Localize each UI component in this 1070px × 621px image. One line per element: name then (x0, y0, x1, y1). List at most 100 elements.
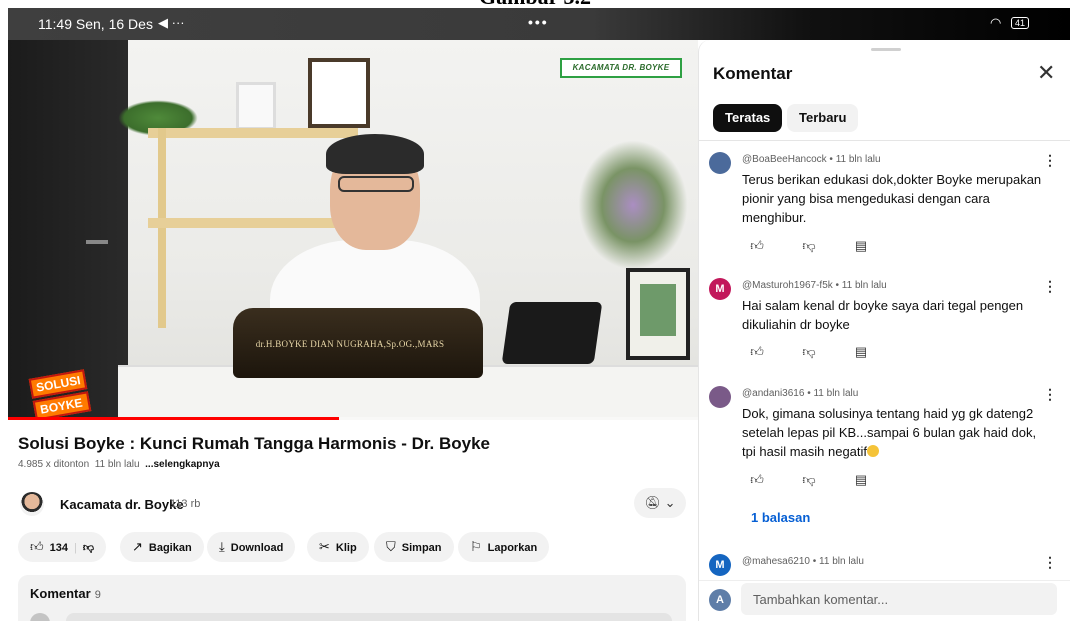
like-count: 134 (49, 542, 68, 554)
thumbs-up-icon[interactable]: 👍︎ (30, 539, 44, 554)
comment-avatar[interactable]: M (709, 278, 731, 300)
solusi-boyke-logo: SOLUSI BOYKE (28, 369, 100, 420)
flag-icon: ⚐ (470, 539, 482, 554)
comments-panel: Komentar ✕ Teratas Terbaru @BoaBeeHancoc… (698, 40, 1070, 621)
report-button[interactable]: ⚐ Laporkan (458, 532, 550, 562)
download-icon: ⤓ (219, 539, 225, 554)
clip-label: Klip (335, 542, 357, 554)
more-options-icon[interactable]: ⋮ (1043, 554, 1057, 571)
bookmark-icon: ⛉ (386, 539, 396, 554)
more-options-icon[interactable]: ⋮ (1043, 386, 1057, 403)
comment-meta: @Masturoh1967-f5k • 11 bln lalu (742, 280, 887, 291)
shelf-top (148, 128, 358, 138)
channel-avatar[interactable] (20, 492, 44, 516)
reply-icon[interactable]: ▤ (846, 472, 876, 488)
filter-newest[interactable]: Terbaru (787, 104, 859, 132)
close-icon[interactable]: ✕ (1037, 62, 1055, 84)
drag-handle[interactable] (871, 48, 901, 51)
multitask-dots[interactable]: ••• (528, 14, 549, 30)
worried-emoji-icon (867, 445, 880, 457)
view-count: 4.985 x ditonton (18, 459, 90, 470)
panel-title: Komentar (713, 64, 793, 83)
comments-preview-card[interactable]: Komentar 9 (18, 575, 686, 621)
shelf-middle (148, 218, 358, 228)
more-options-icon[interactable]: ⋮ (1043, 278, 1057, 295)
filter-top[interactable]: Teratas (713, 104, 783, 132)
presenter-glasses (338, 176, 414, 192)
thumbs-up-icon[interactable]: 👍︎ (742, 238, 772, 254)
user-avatar[interactable]: A (709, 589, 731, 611)
upload-age: 11 bln lalu (94, 459, 140, 470)
thumbs-down-icon[interactable]: 👎︎ (83, 542, 94, 554)
comments-card-label: Komentar 9 (30, 586, 101, 601)
comment-avatar[interactable] (709, 152, 731, 174)
telegram-icon: ◀ ··· (158, 15, 185, 30)
comment-text: Hai salam kenal dr boyke saya dari tegal… (742, 298, 1024, 332)
shelf-post (158, 128, 166, 328)
preview-comment-bar (66, 613, 672, 621)
panel-divider (699, 140, 1070, 141)
comment-actions: 👍︎ 👎︎ ▤ (742, 344, 898, 362)
thumbs-down-icon[interactable]: 👎︎ (794, 344, 824, 360)
comment-meta: @BoaBeeHancock • 11 bln lalu (742, 154, 881, 165)
reply-icon[interactable]: ▤ (846, 344, 876, 360)
video-title: Solusi Boyke : Kunci Rumah Tangga Harmon… (18, 434, 490, 453)
notification-bell-button[interactable]: 🔕︎ ⌄ (634, 488, 686, 518)
chevron-down-icon: ⌄ (664, 495, 676, 510)
plant-right (578, 140, 688, 270)
share-label: Bagikan (148, 542, 192, 554)
preview-avatar (30, 613, 50, 621)
reply-icon[interactable]: ▤ (846, 238, 876, 254)
video-meta: 4.985 x ditonton 11 bln lalu ...selengka… (18, 459, 220, 470)
photo-frame (308, 58, 370, 128)
share-button[interactable]: ↗ Bagikan (120, 532, 204, 562)
download-label: Download (230, 542, 284, 554)
status-time: 11:49 Sen, 16 Des (38, 16, 153, 32)
like-dislike-button[interactable]: 👍︎ 134 | 👎︎ (18, 532, 106, 562)
status-bar: 11:49 Sen, 16 Des ◀ ··· ••• ◠ 41 (8, 8, 1070, 40)
bell-off-icon: 🔕︎ (644, 495, 661, 510)
clip-button[interactable]: ✂ Klip (307, 532, 369, 562)
document-title-fragment: Gambar 3.2 (0, 0, 1070, 8)
framed-certificate (626, 268, 690, 360)
video-player[interactable]: dr.H.BOYKE DIAN NUGRAHA,Sp.OG.,MARS KACA… (8, 40, 698, 420)
report-label: Laporkan (487, 542, 538, 554)
door-handle (86, 240, 108, 244)
video-progress-bar[interactable] (8, 417, 698, 420)
share-icon: ↗ (132, 539, 143, 554)
more-options-icon[interactable]: ⋮ (1043, 152, 1057, 169)
download-button[interactable]: ⤓ Download (207, 532, 296, 562)
scissors-icon: ✂ (319, 539, 330, 554)
comment-text: Terus berikan edukasi dok,dokter Boyke m… (742, 172, 1042, 225)
comment-text: Dok, gimana solusinya tentang haid yg gk… (742, 406, 1037, 459)
save-button[interactable]: ⛉ Simpan (374, 532, 454, 562)
battery-icon: 41 (1011, 17, 1030, 29)
replies-link[interactable]: 1 balasan (751, 510, 810, 525)
channel-row: Kacamata dr. Boyke 113 rb 🔕︎ ⌄ (20, 488, 686, 520)
comment-meta: @mahesa6210 • 11 bln lalu (742, 556, 864, 567)
thumbs-up-icon[interactable]: 👍︎ (742, 344, 772, 360)
comment-avatar[interactable]: M (709, 554, 731, 576)
show-more-link[interactable]: ...selengkapnya (145, 459, 219, 470)
add-comment-row: A (699, 580, 1070, 621)
subscriber-count: 113 rb (170, 498, 201, 510)
comment-actions: 👍︎ 👎︎ ▤ (742, 472, 898, 490)
thumbs-down-icon[interactable]: 👎︎ (794, 238, 824, 254)
comment-avatar[interactable] (709, 386, 731, 408)
add-comment-input[interactable] (741, 583, 1057, 615)
thumbs-up-icon[interactable]: 👍︎ (742, 472, 772, 488)
comment-actions: 👍︎ 👎︎ ▤ (742, 238, 898, 256)
channel-name[interactable]: Kacamata dr. Boyke (60, 497, 184, 512)
tablet (501, 302, 603, 364)
certificate-image (640, 284, 676, 336)
comment-meta: @andani3616 • 11 bln lalu (742, 388, 859, 399)
channel-watermark: KACAMATA DR. BOYKE (560, 58, 682, 78)
document-title: Gambar 3.2 (479, 0, 591, 8)
presenter-hair (326, 134, 424, 174)
thumbs-down-icon[interactable]: 👎︎ (794, 472, 824, 488)
save-label: Simpan (401, 542, 442, 554)
like-divider: | (73, 542, 77, 554)
photo-frame-small (236, 82, 276, 130)
nameplate: dr.H.BOYKE DIAN NUGRAHA,Sp.OG.,MARS (255, 339, 445, 349)
comments-card-count: 9 (94, 589, 101, 601)
